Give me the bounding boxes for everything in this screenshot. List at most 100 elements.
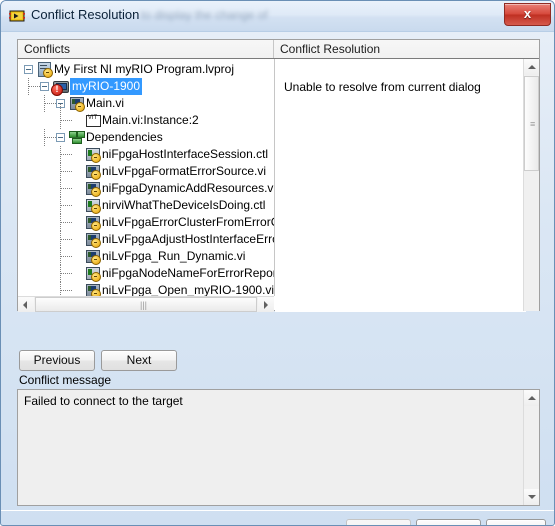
conflict-resolution-dialog: Conflict Resolution to display the chang…	[0, 0, 555, 526]
tree-row[interactable]: niLvFpgaAdjustHostInterfaceErro	[18, 231, 274, 248]
tree-connector	[45, 103, 56, 104]
tree-connector	[61, 273, 72, 274]
chevron-down-icon	[528, 495, 536, 499]
scroll-up-button[interactable]	[524, 59, 539, 75]
tree-connector	[61, 171, 72, 172]
project-icon	[37, 62, 53, 78]
tree-expander-minus-icon[interactable]	[24, 65, 33, 74]
tree-item-label[interactable]: nirviWhatTheDeviceIsDoing.ctl	[102, 197, 265, 214]
tree-row[interactable]: Dependencies	[18, 129, 274, 146]
conflicts-tree[interactable]: My First NI myRIO Program.lvprojmyRIO-19…	[18, 61, 274, 296]
tree-connector	[61, 222, 72, 223]
tree-row[interactable]: niFpgaNodeNameForErrorReport	[18, 265, 274, 282]
close-button[interactable]: x	[504, 3, 551, 26]
resolution-message: Unable to resolve from current dialog	[284, 80, 481, 94]
tree-row[interactable]: Main.vi	[18, 95, 274, 112]
tree-row[interactable]: niLvFpgaErrorClusterFromErrorC	[18, 214, 274, 231]
ctl-icon	[85, 266, 101, 282]
tree-item-label[interactable]: niFpgaHostInterfaceSession.ctl	[102, 146, 268, 163]
tree-item-label[interactable]: niLvFpga_Open_myRIO-1900.vi	[102, 282, 274, 296]
tree-row[interactable]: niLvFpgaFormatErrorSource.vi	[18, 163, 274, 180]
tree-item-label[interactable]: Dependencies	[86, 129, 163, 146]
tree-row[interactable]: niFpgaHostInterfaceSession.ctl	[18, 146, 274, 163]
vi-icon	[85, 181, 101, 197]
scroll-grip-icon: ≡	[530, 119, 536, 129]
conflict-resolution-pane: Unable to resolve from current dialog	[275, 59, 526, 312]
tree-connector	[61, 239, 72, 240]
chevron-up-icon	[528, 396, 536, 400]
conflict-message-vertical-scrollbar[interactable]	[523, 390, 539, 505]
listview-body: My First NI myRIO Program.lvprojmyRIO-19…	[18, 59, 539, 312]
scroll-down-button[interactable]	[524, 489, 539, 505]
instance-icon: VIT	[85, 113, 101, 128]
tree-item-label[interactable]: myRIO-1900	[70, 78, 143, 95]
tree-connector	[61, 120, 72, 121]
tree-item-label[interactable]: niFpgaNodeNameForErrorReport	[102, 265, 274, 282]
ok-button[interactable]: OK	[346, 519, 411, 525]
tree-item-label[interactable]: Main.vi:Instance:2	[102, 112, 199, 129]
tree-row[interactable]: nirviWhatTheDeviceIsDoing.ctl	[18, 197, 274, 214]
scroll-left-button[interactable]	[18, 297, 34, 312]
column-header-conflict-resolution[interactable]: Conflict Resolution	[274, 40, 541, 58]
tree-connector	[61, 188, 72, 189]
conflict-message-label: Conflict message	[19, 373, 112, 387]
tree-expander-minus-icon[interactable]	[56, 133, 65, 142]
tree-item-label[interactable]: niLvFpga_Run_Dynamic.vi	[102, 248, 245, 265]
dependencies-icon	[69, 130, 85, 145]
conflicts-tree-pane: My First NI myRIO Program.lvprojmyRIO-19…	[18, 59, 274, 296]
vertical-scroll-thumb[interactable]: ≡	[524, 76, 539, 171]
tree-row[interactable]: myRIO-1900	[18, 78, 274, 96]
ctl-icon	[85, 147, 101, 163]
tree-item-label[interactable]: My First NI myRIO Program.lvproj	[54, 61, 234, 78]
dialog-body: Conflicts Conflict Resolution My First N…	[1, 31, 554, 525]
listview-vertical-scrollbar[interactable]: ≡	[523, 59, 539, 311]
tree-row[interactable]: niFpgaDynamicAddResources.vi	[18, 180, 274, 197]
window-title: Conflict Resolution	[31, 7, 140, 22]
next-button[interactable]: Next	[101, 350, 177, 371]
column-header-conflicts[interactable]: Conflicts	[18, 40, 274, 58]
conflicts-listview: Conflicts Conflict Resolution My First N…	[17, 39, 540, 312]
tree-row[interactable]: niLvFpga_Run_Dynamic.vi	[18, 248, 274, 265]
chevron-left-icon	[23, 301, 27, 309]
tree-row[interactable]: My First NI myRIO Program.lvproj	[18, 61, 274, 78]
tree-item-label[interactable]: niLvFpgaAdjustHostInterfaceErro	[102, 231, 274, 248]
tree-item-label[interactable]: Main.vi	[86, 95, 124, 112]
vi-icon	[69, 96, 85, 112]
tree-item-label[interactable]: niLvFpgaFormatErrorSource.vi	[102, 163, 266, 180]
tree-connector	[61, 290, 72, 291]
vi-icon	[85, 249, 101, 265]
vi-icon	[85, 283, 101, 296]
scroll-grip-icon: |||	[140, 300, 148, 310]
vi-icon	[85, 164, 101, 180]
conflict-message-text: Failed to connect to the target	[24, 394, 183, 408]
cancel-button[interactable]: Cancel	[416, 519, 481, 525]
labview-icon	[9, 8, 25, 24]
scroll-right-button[interactable]	[258, 297, 274, 312]
background-ghost-text: to display the change of	[141, 8, 268, 22]
tree-item-label[interactable]: niLvFpgaErrorClusterFromErrorC	[102, 214, 274, 231]
tree-connector	[61, 256, 72, 257]
tree-connector	[45, 137, 56, 138]
tree-row[interactable]: VIT Main.vi:Instance:2	[18, 112, 274, 129]
tree-connector	[29, 86, 40, 87]
tree-expander-minus-icon[interactable]	[40, 82, 49, 91]
tree-item-label[interactable]: niFpgaDynamicAddResources.vi	[102, 180, 274, 197]
listview-header: Conflicts Conflict Resolution	[18, 40, 539, 59]
tree-connector	[60, 104, 61, 129]
title-bar: Conflict Resolution to display the chang…	[1, 1, 554, 32]
chevron-right-icon	[264, 301, 268, 309]
tree-horizontal-scrollbar[interactable]: |||	[18, 296, 274, 312]
horizontal-scroll-thumb[interactable]: |||	[35, 297, 257, 312]
vi-icon	[85, 215, 101, 231]
footer-separator	[1, 510, 554, 511]
target-icon	[51, 79, 69, 96]
scroll-up-button[interactable]	[524, 390, 539, 406]
tree-connector	[61, 154, 72, 155]
ctl-icon	[85, 198, 101, 214]
help-button[interactable]: Help	[486, 519, 546, 525]
chevron-up-icon	[528, 65, 536, 69]
tree-row[interactable]: niLvFpga_Open_myRIO-1900.vi	[18, 282, 274, 296]
previous-button[interactable]: Previous	[19, 350, 95, 371]
conflict-message-box[interactable]: Failed to connect to the target	[17, 389, 540, 506]
tree-connector	[61, 205, 72, 206]
